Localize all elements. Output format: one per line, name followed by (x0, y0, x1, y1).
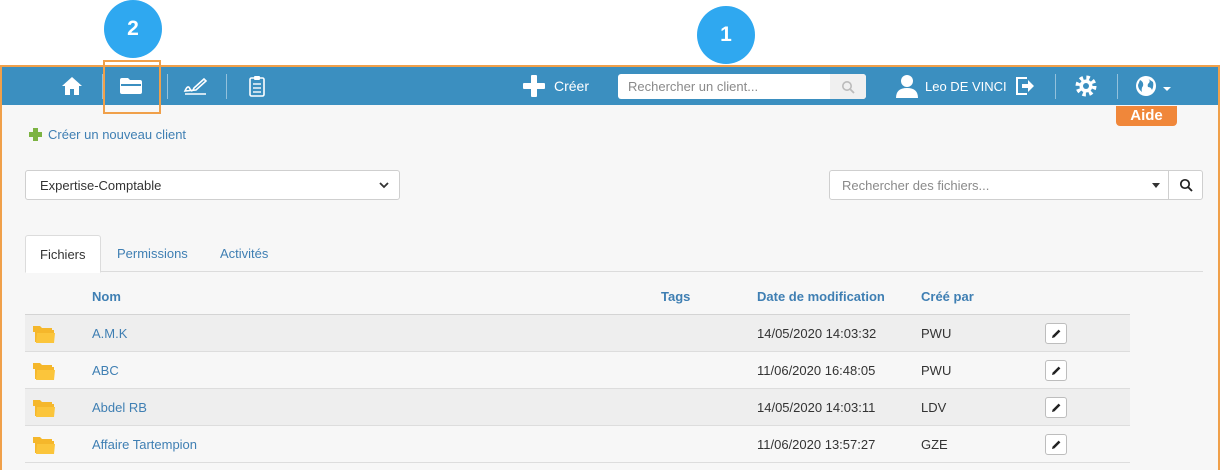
file-search-field (829, 170, 1169, 200)
file-tabs: Fichiers Permissions Activités (25, 235, 1203, 273)
clipboard-icon[interactable] (243, 67, 271, 105)
client-search-input[interactable] (618, 74, 830, 99)
column-header-tags[interactable]: Tags (661, 289, 690, 304)
pencil-icon (1052, 329, 1061, 338)
plus-icon (29, 128, 42, 141)
folder-icon (32, 315, 56, 352)
edit-button[interactable] (1045, 397, 1067, 418)
table-row[interactable]: Abdel RB 14/05/2020 14:03:11 LDV (25, 389, 1130, 426)
create-label: Créer (554, 78, 590, 94)
app-window: Créer Leo DE VINCI Aide Créer un nouveau… (2, 67, 1218, 470)
category-select-value: Expertise-Comptable (40, 177, 162, 193)
edit-button[interactable] (1045, 323, 1067, 344)
language-menu[interactable] (1131, 67, 1175, 105)
pencil-icon (1052, 366, 1061, 375)
gear-icon[interactable] (1071, 67, 1101, 105)
globe-icon (1136, 76, 1156, 96)
search-icon (1179, 178, 1193, 192)
callout-badge-2: 2 (104, 0, 162, 58)
folder-icon (32, 426, 56, 463)
create-button[interactable]: Créer (522, 67, 589, 105)
file-author: PWU (921, 363, 952, 378)
file-name-link[interactable]: Abdel RB (92, 389, 147, 426)
search-icon (842, 80, 855, 94)
folder-icon (32, 389, 56, 426)
file-name-link[interactable]: ABC (92, 352, 119, 389)
table-row[interactable]: ABC 11/06/2020 16:48:05 PWU (25, 352, 1130, 389)
client-search (618, 74, 866, 99)
user-menu[interactable]: Leo DE VINCI (894, 67, 1007, 105)
file-modified-date: 11/06/2020 16:48:05 (757, 363, 876, 378)
file-search-input[interactable] (842, 177, 1122, 193)
tab-files[interactable]: Fichiers (25, 235, 101, 273)
file-modified-date: 14/05/2020 14:03:11 (757, 400, 876, 415)
file-search-button[interactable] (1168, 170, 1203, 200)
nav-separator (167, 74, 168, 99)
callout-badge-1: 1 (697, 6, 755, 64)
file-modified-date: 11/06/2020 13:57:27 (757, 437, 876, 452)
table-row[interactable]: Affaire Tartempion 11/06/2020 13:57:27 G… (25, 426, 1130, 463)
file-author: PWU (921, 326, 952, 341)
file-author: GZE (921, 437, 948, 452)
user-name: Leo DE VINCI (925, 78, 1007, 94)
caret-down-icon (1163, 87, 1171, 91)
chevron-down-icon (379, 181, 389, 188)
top-navbar: Créer Leo DE VINCI (2, 67, 1218, 105)
tab-permissions[interactable]: Permissions (103, 235, 202, 272)
folder-icon (32, 352, 56, 389)
create-new-client-label: Créer un nouveau client (48, 127, 187, 142)
file-author: LDV (921, 400, 947, 415)
user-icon (896, 75, 918, 98)
column-header-name[interactable]: Nom (92, 289, 121, 304)
logout-icon[interactable] (1012, 67, 1038, 105)
file-name-link[interactable]: A.M.K (92, 315, 127, 352)
folder-highlight-box (103, 60, 161, 114)
home-icon[interactable] (57, 67, 87, 105)
client-search-button[interactable] (830, 74, 866, 99)
caret-down-icon[interactable] (1152, 182, 1160, 188)
edit-button[interactable] (1045, 360, 1067, 381)
tab-activities[interactable]: Activités (206, 235, 282, 272)
plus-icon (523, 75, 545, 97)
nav-separator (1055, 74, 1056, 99)
pencil-icon (1052, 440, 1061, 449)
column-header-modified[interactable]: Date de modification (757, 289, 885, 304)
help-badge[interactable]: Aide (1116, 106, 1177, 126)
file-name-link[interactable]: Affaire Tartempion (92, 426, 197, 463)
table-row[interactable]: A.M.K 14/05/2020 14:03:32 PWU (25, 315, 1130, 352)
edit-button[interactable] (1045, 434, 1067, 455)
nav-separator (1117, 74, 1118, 99)
create-new-client-link[interactable]: Créer un nouveau client (28, 127, 186, 142)
category-select[interactable]: Expertise-Comptable (25, 170, 400, 200)
signature-icon[interactable] (180, 67, 210, 105)
nav-separator (226, 74, 227, 99)
column-header-author[interactable]: Créé par (921, 289, 974, 304)
pencil-icon (1052, 403, 1061, 412)
file-modified-date: 14/05/2020 14:03:32 (757, 326, 877, 341)
